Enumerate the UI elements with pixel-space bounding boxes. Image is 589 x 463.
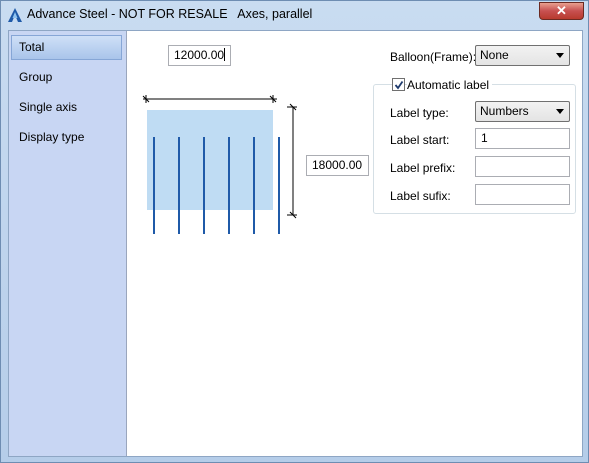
axes-preview-diagram: 123456 bbox=[142, 95, 297, 234]
sidebar-item-total[interactable]: Total bbox=[11, 35, 122, 60]
sidebar-item-label: Total bbox=[19, 40, 45, 54]
label-suffix-label: Label sufix: bbox=[390, 189, 451, 203]
label-type-value: Numbers bbox=[480, 104, 529, 118]
total-height-input[interactable]: 18000.00 bbox=[306, 155, 369, 176]
sidebar-item-label: Single axis bbox=[19, 100, 78, 114]
balloon-frame-label: Balloon(Frame): bbox=[390, 50, 477, 64]
automatic-label-caption: Automatic label bbox=[407, 78, 493, 92]
window-title: Advance Steel - NOT FOR RESALE Axes, par… bbox=[27, 7, 313, 21]
advance-steel-logo-icon bbox=[8, 8, 22, 22]
label-start-value: 1 bbox=[481, 131, 488, 145]
sidebar-item-label: Display type bbox=[19, 130, 85, 144]
label-suffix-input[interactable] bbox=[475, 184, 570, 205]
chevron-down-icon bbox=[556, 53, 564, 58]
dialog-window: Advance Steel - NOT FOR RESALE Axes, par… bbox=[0, 0, 589, 463]
label-start-label: Label start: bbox=[390, 133, 450, 147]
balloon-frame-select[interactable]: None bbox=[475, 45, 570, 66]
label-start-input[interactable]: 1 bbox=[475, 128, 570, 149]
chevron-down-icon bbox=[556, 109, 564, 114]
sidebar: Total Group Single axis Display type bbox=[9, 31, 127, 456]
checkmark-icon bbox=[394, 80, 404, 90]
automatic-label-checkbox[interactable] bbox=[392, 78, 405, 91]
total-height-value: 18000.00 bbox=[312, 158, 363, 172]
close-icon: ✕ bbox=[556, 3, 567, 18]
title-bar[interactable]: Advance Steel - NOT FOR RESALE Axes, par… bbox=[1, 1, 588, 29]
text-caret bbox=[224, 48, 226, 61]
balloon-frame-value: None bbox=[480, 48, 509, 62]
dialog-client-area: Total Group Single axis Display type 120… bbox=[8, 30, 583, 457]
sidebar-item-label: Group bbox=[19, 70, 53, 84]
label-prefix-label: Label prefix: bbox=[390, 161, 456, 175]
height-dimension-ticks bbox=[287, 103, 297, 219]
total-width-input[interactable]: 12000.00 bbox=[168, 45, 231, 66]
sidebar-item-display-type[interactable]: Display type bbox=[11, 125, 122, 150]
label-type-label: Label type: bbox=[390, 106, 449, 120]
sidebar-item-single-axis[interactable]: Single axis bbox=[11, 95, 122, 120]
total-width-value: 12000.00 bbox=[174, 48, 225, 62]
sidebar-item-group[interactable]: Group bbox=[11, 65, 122, 90]
close-button[interactable]: ✕ bbox=[539, 2, 584, 20]
label-type-select[interactable]: Numbers bbox=[475, 101, 570, 122]
label-prefix-input[interactable] bbox=[475, 156, 570, 177]
